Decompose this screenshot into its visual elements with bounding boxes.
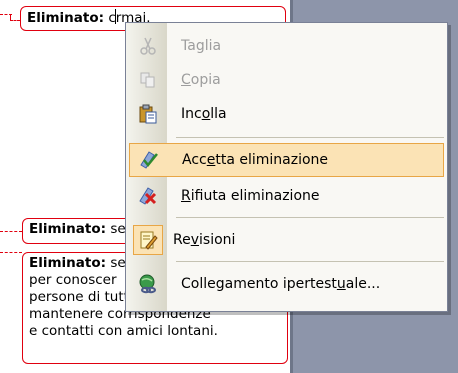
reviewing-icon xyxy=(133,225,163,255)
balloon-connector xyxy=(10,20,20,21)
menu-separator xyxy=(176,217,444,218)
menu-separator xyxy=(176,137,444,138)
balloon-text: se xyxy=(106,221,126,237)
menu-separator xyxy=(176,261,444,262)
menu-item-reject-deletion[interactable]: Rifiuta eliminazione xyxy=(129,179,444,213)
balloon-text: se xyxy=(106,255,126,271)
hyperlink-icon xyxy=(129,267,167,301)
balloon-connector xyxy=(0,252,22,253)
menu-item-copy[interactable]: Copia xyxy=(129,63,444,97)
accept-change-icon xyxy=(130,143,168,177)
reject-change-icon xyxy=(129,179,167,213)
balloon-text-line: e contatti con amici lontani. xyxy=(29,323,218,339)
menu-item-hyperlink[interactable]: Collegamento ipertestuale... xyxy=(129,267,444,301)
paste-icon xyxy=(129,97,167,131)
balloon-label: Eliminato: xyxy=(29,221,107,237)
balloon-connector xyxy=(0,231,22,232)
cut-icon xyxy=(129,29,167,63)
context-menu: Taglia Copia Incolla Accetta eliminazion… xyxy=(125,22,448,312)
menu-item-cut[interactable]: Taglia xyxy=(129,29,444,63)
menu-item-reviewing[interactable]: Revisioni xyxy=(129,223,444,257)
menu-item-accept-deletion[interactable]: Accetta eliminazione xyxy=(129,143,444,177)
menu-item-paste[interactable]: Incolla xyxy=(129,97,444,131)
balloon-label: Eliminato: xyxy=(27,10,105,26)
balloon-label: Eliminato: xyxy=(29,255,107,271)
copy-icon xyxy=(129,63,167,97)
